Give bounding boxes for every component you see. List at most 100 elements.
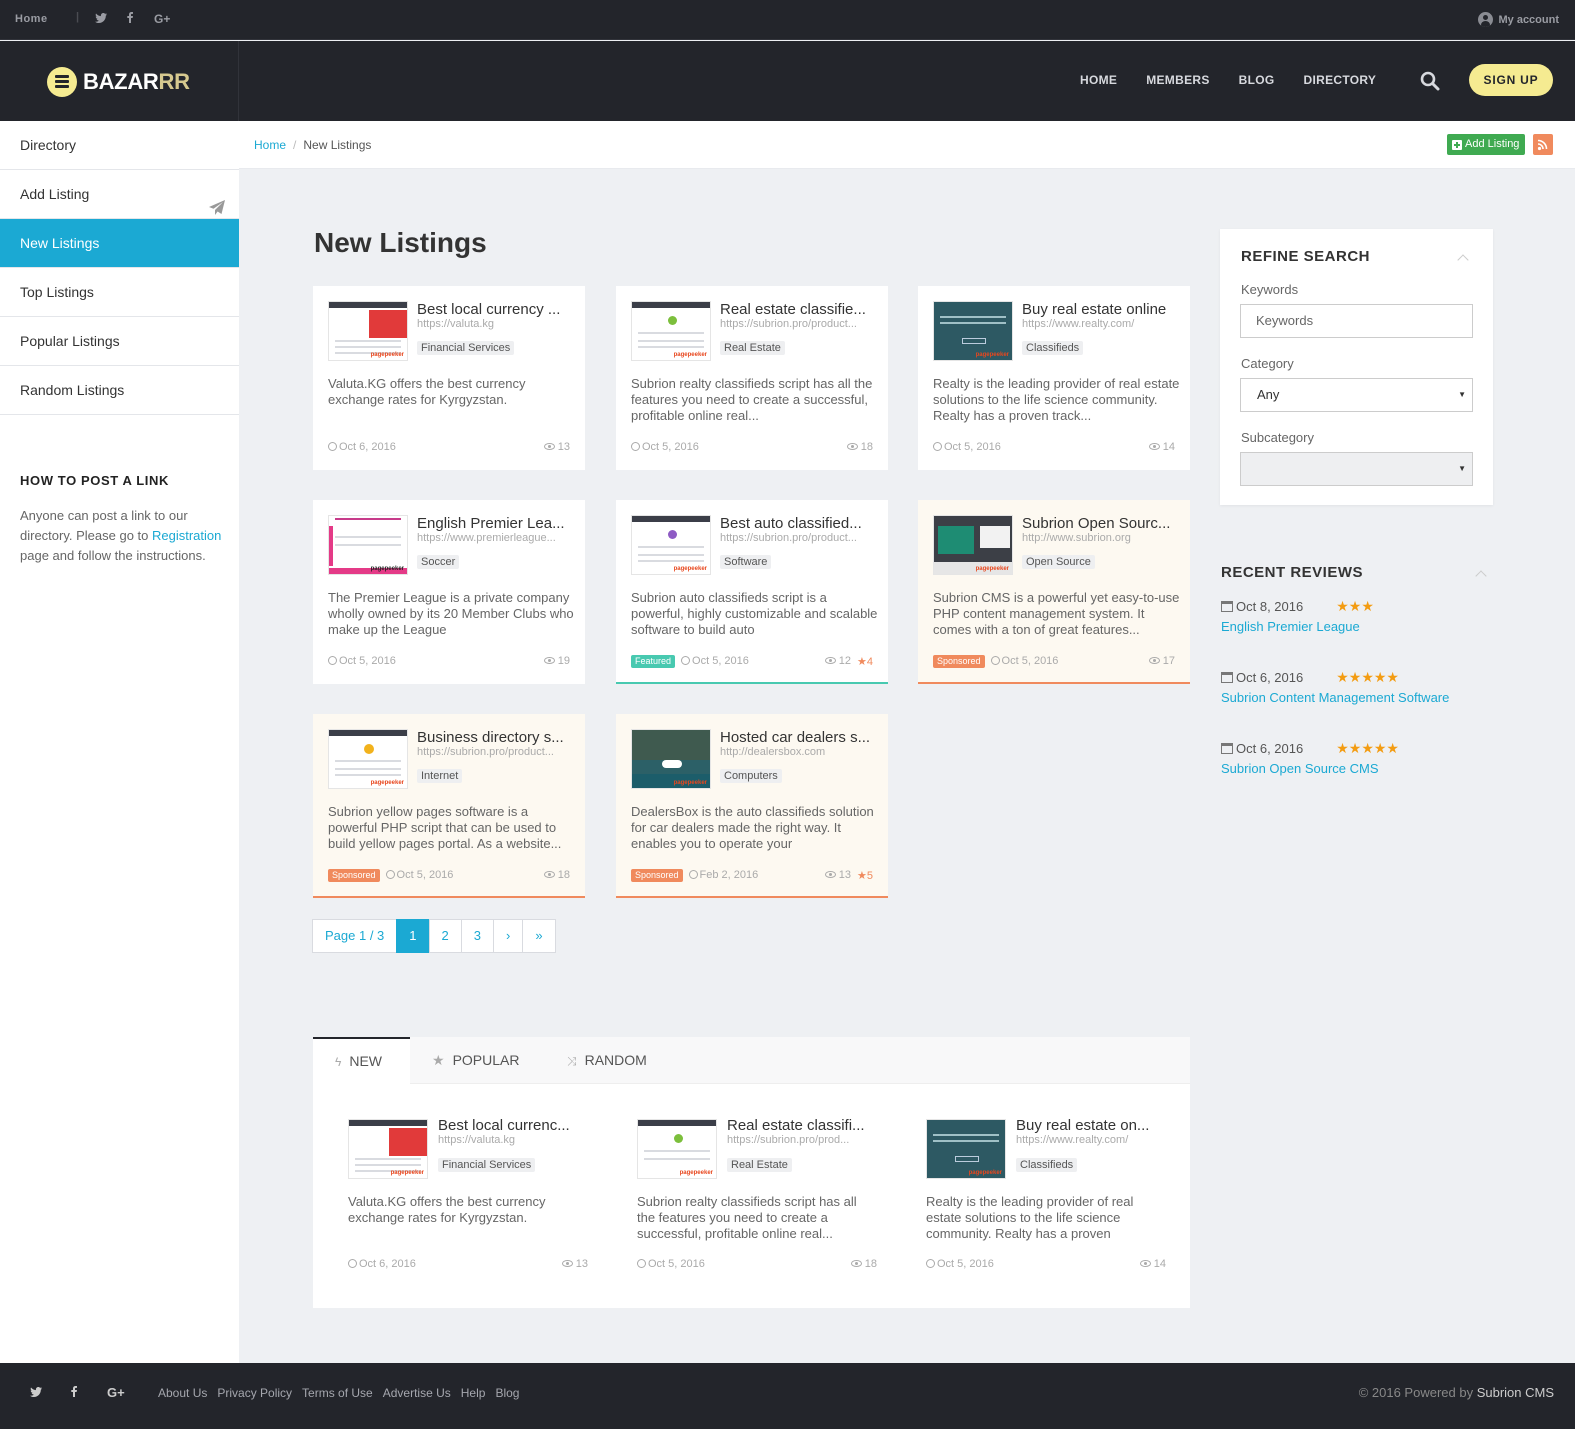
listing-meta: Oct 5, 2016 19 xyxy=(328,654,570,668)
listing-thumbnail[interactable]: pagepeeker xyxy=(328,301,408,361)
sidebar-item-random-listings[interactable]: Random Listings xyxy=(0,366,239,415)
tab-new[interactable]: ϟ NEW xyxy=(313,1037,410,1084)
clock-icon xyxy=(328,442,337,451)
listing-category[interactable]: Financial Services xyxy=(438,1158,536,1172)
listing-thumbnail[interactable]: pagepeeker xyxy=(637,1119,717,1179)
listing-title[interactable]: Subrion Open Sourc... xyxy=(1022,515,1178,532)
top-divider: | xyxy=(76,11,80,23)
footer-link-help[interactable]: Help xyxy=(461,1386,486,1400)
tab-listing-card[interactable]: pagepeeker Best local currenc... https:/… xyxy=(348,1103,588,1273)
google-plus-icon[interactable]: G+ xyxy=(154,12,170,26)
collapse-chevron-icon[interactable] xyxy=(1457,254,1469,266)
listing-title[interactable]: Hosted car dealers s... xyxy=(720,729,876,746)
listing-description: Subrion yellow pages software is a power… xyxy=(328,804,562,851)
listing-thumbnail[interactable]: pagepeeker xyxy=(933,515,1013,575)
footer-link-privacy[interactable]: Privacy Policy xyxy=(217,1386,292,1400)
registration-link[interactable]: Registration xyxy=(152,528,221,543)
listing-thumbnail[interactable]: pagepeeker xyxy=(933,301,1013,361)
listing-category[interactable]: Internet xyxy=(417,769,463,783)
listing-thumbnail[interactable]: pagepeeker xyxy=(328,729,408,789)
listing-card[interactable]: pagepeeker Best auto classified... https… xyxy=(616,500,888,684)
nav-blog[interactable]: BLOG xyxy=(1239,73,1275,87)
listing-category[interactable]: Computers xyxy=(720,769,782,783)
listing-title[interactable]: Buy real estate online xyxy=(1022,301,1178,318)
listing-card[interactable]: pagepeeker Buy real estate online https:… xyxy=(918,286,1190,470)
top-home-link[interactable]: Home xyxy=(15,13,48,25)
listing-title[interactable]: English Premier Lea... xyxy=(417,515,573,532)
my-account-link[interactable]: My account xyxy=(1478,12,1559,27)
listing-thumbnail[interactable]: pagepeeker xyxy=(348,1119,428,1179)
listing-category[interactable]: Real Estate xyxy=(727,1158,792,1172)
listing-category[interactable]: Real Estate xyxy=(720,341,785,355)
listing-category[interactable]: Financial Services xyxy=(417,341,515,355)
listing-title[interactable]: Real estate classifie... xyxy=(720,301,876,318)
listing-card[interactable]: pagepeeker Subrion Open Sourc... http://… xyxy=(918,500,1190,684)
listing-thumbnail[interactable]: pagepeeker xyxy=(631,515,711,575)
listing-thumbnail[interactable]: pagepeeker xyxy=(328,515,408,575)
last-page-button[interactable]: » xyxy=(522,919,556,953)
sidebar-item-new-listings[interactable]: New Listings xyxy=(0,219,239,268)
tab-listing-card[interactable]: pagepeeker Buy real estate on... https:/… xyxy=(926,1103,1166,1273)
search-icon[interactable] xyxy=(1420,71,1442,93)
twitter-icon[interactable] xyxy=(30,1385,42,1400)
footer-link-about[interactable]: About Us xyxy=(158,1386,207,1400)
listing-card[interactable]: pagepeeker Best local currency ... https… xyxy=(313,286,585,470)
nav-members[interactable]: MEMBERS xyxy=(1146,73,1209,87)
listing-title[interactable]: Buy real estate on... xyxy=(1016,1117,1162,1134)
sidebar-item-popular-listings[interactable]: Popular Listings xyxy=(0,317,239,366)
listing-card[interactable]: pagepeeker English Premier Lea... https:… xyxy=(313,500,585,684)
review-link[interactable]: English Premier League xyxy=(1221,619,1491,634)
listing-title[interactable]: Business directory s... xyxy=(417,729,573,746)
listing-card[interactable]: pagepeeker Hosted car dealers s... http:… xyxy=(616,714,888,898)
category-select[interactable]: Any ▼ xyxy=(1240,378,1473,412)
listing-title[interactable]: Real estate classifi... xyxy=(727,1117,873,1134)
page-1-button[interactable]: 1 xyxy=(396,919,430,953)
google-plus-icon[interactable]: G+ xyxy=(107,1385,125,1400)
facebook-icon[interactable] xyxy=(71,1385,77,1400)
tab-random[interactable]: ⤨ RANDOM xyxy=(545,1037,669,1084)
footer-link-blog[interactable]: Blog xyxy=(495,1386,519,1400)
footer-link-terms[interactable]: Terms of Use xyxy=(302,1386,373,1400)
add-listing-button[interactable]: Add Listing xyxy=(1447,134,1526,155)
listing-category[interactable]: Classifieds xyxy=(1016,1158,1078,1172)
sidebar-item-add-listing[interactable]: Add Listing xyxy=(0,170,239,219)
listing-tabs: ϟ NEW ★ POPULAR ⤨ RANDOM xyxy=(313,1037,1190,1084)
nav-directory[interactable]: DIRECTORY xyxy=(1304,73,1377,87)
sidebar-item-top-listings[interactable]: Top Listings xyxy=(0,268,239,317)
rss-icon[interactable] xyxy=(1533,134,1553,155)
listing-title[interactable]: Best local currenc... xyxy=(438,1117,584,1134)
listing-card[interactable]: pagepeeker Business directory s... https… xyxy=(313,714,585,898)
listing-url: https://www.realty.com/ xyxy=(1016,1134,1129,1146)
nav-home[interactable]: HOME xyxy=(1080,73,1117,87)
facebook-icon[interactable] xyxy=(127,12,133,26)
breadcrumb-home[interactable]: Home xyxy=(254,138,286,152)
sidebar-item-directory[interactable]: Directory xyxy=(0,121,239,170)
page-2-button[interactable]: 2 xyxy=(428,919,462,953)
signup-button[interactable]: SIGN UP xyxy=(1469,64,1553,96)
listing-card[interactable]: pagepeeker Real estate classifie... http… xyxy=(616,286,888,470)
collapse-chevron-icon[interactable] xyxy=(1475,570,1487,582)
subcategory-select[interactable]: ▼ xyxy=(1240,452,1473,486)
listing-category[interactable]: Software xyxy=(720,555,772,569)
listing-category[interactable]: Classifieds xyxy=(1022,341,1084,355)
listing-title[interactable]: Best auto classified... xyxy=(720,515,876,532)
listing-url: http://dealersbox.com xyxy=(720,746,826,758)
footer-link-advertise[interactable]: Advertise Us xyxy=(383,1386,451,1400)
subrion-cms-link[interactable]: Subrion CMS xyxy=(1477,1385,1554,1400)
review-link[interactable]: Subrion Open Source CMS xyxy=(1221,761,1491,776)
keywords-input[interactable]: Keywords xyxy=(1240,304,1473,338)
review-link[interactable]: Subrion Content Management Software xyxy=(1221,690,1491,705)
page-3-button[interactable]: 3 xyxy=(460,919,494,953)
listing-thumbnail[interactable]: pagepeeker xyxy=(926,1119,1006,1179)
logo[interactable]: BAZARRR xyxy=(47,67,190,97)
user-icon xyxy=(1478,12,1494,27)
listing-category[interactable]: Soccer xyxy=(417,555,460,569)
listing-title[interactable]: Best local currency ... xyxy=(417,301,573,318)
next-page-button[interactable]: › xyxy=(492,919,524,953)
twitter-icon[interactable] xyxy=(95,12,107,26)
listing-thumbnail[interactable]: pagepeeker xyxy=(631,729,711,789)
tab-popular[interactable]: ★ POPULAR xyxy=(410,1037,541,1084)
listing-category[interactable]: Open Source xyxy=(1022,555,1095,569)
tab-listing-card[interactable]: pagepeeker Real estate classifi... https… xyxy=(637,1103,877,1273)
listing-thumbnail[interactable]: pagepeeker xyxy=(631,301,711,361)
